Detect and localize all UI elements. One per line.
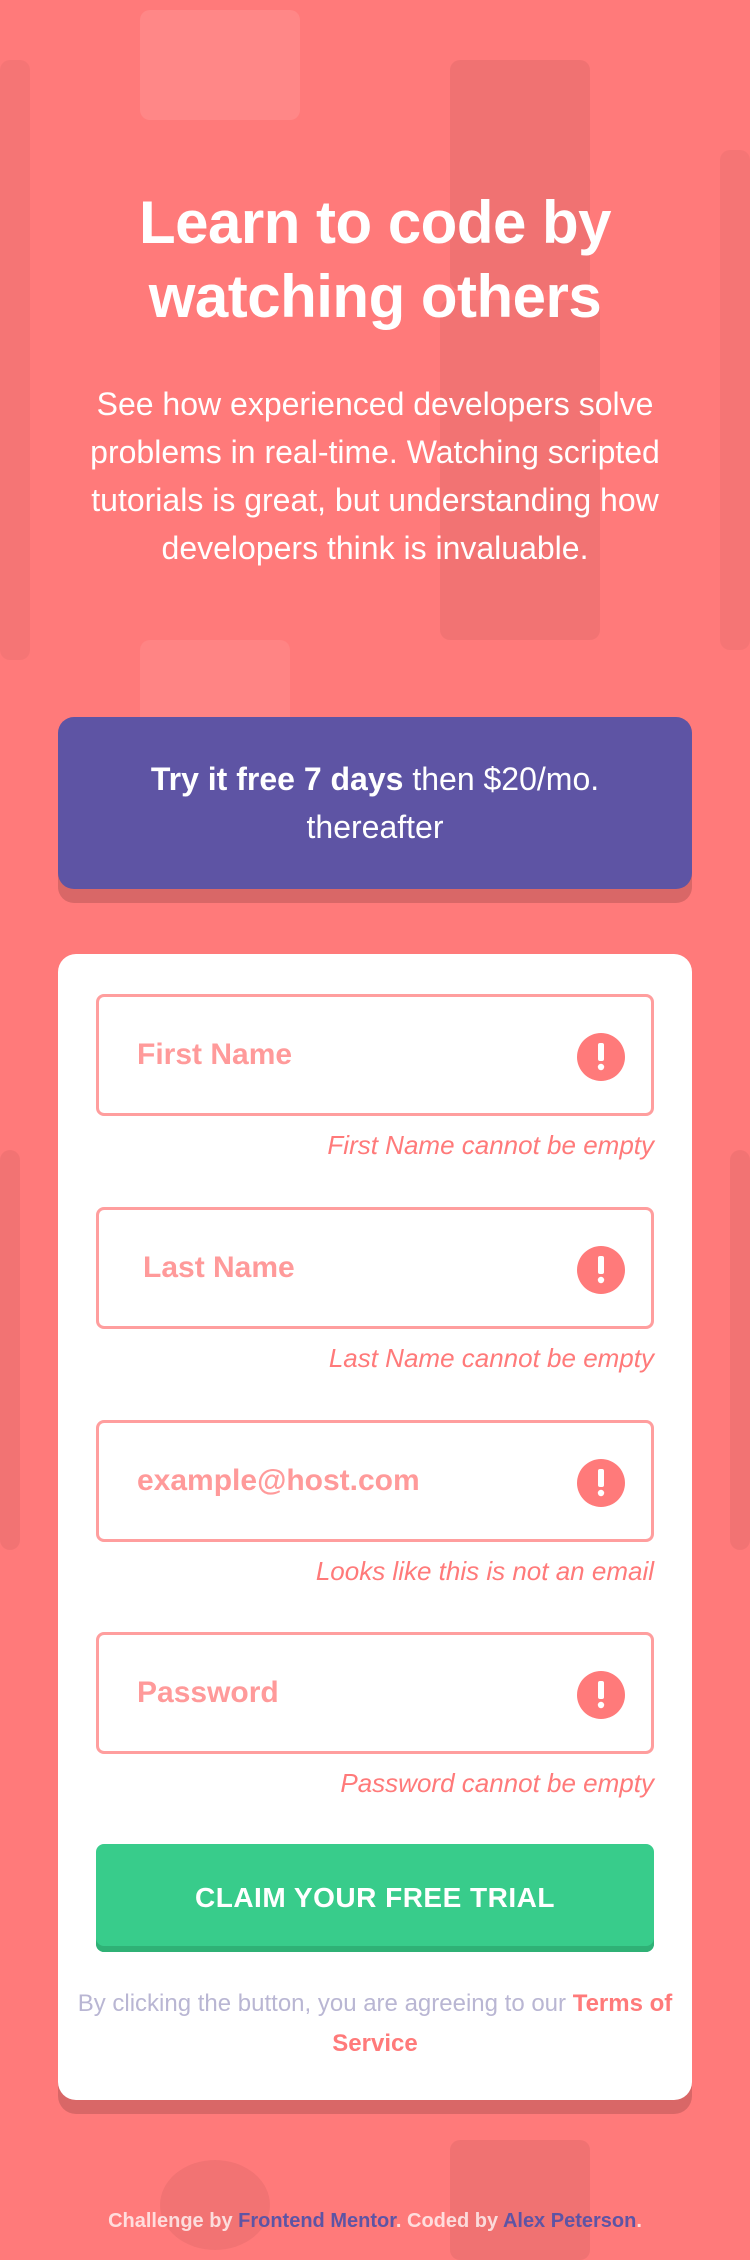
first-name-input[interactable] (137, 1038, 577, 1072)
password-input[interactable] (137, 1676, 577, 1710)
last-name-field (96, 1207, 654, 1329)
first-name-error: First Name cannot be empty (327, 1130, 654, 1160)
error-icon (577, 1246, 625, 1294)
password-field (96, 1632, 654, 1754)
footer-suffix: . (636, 2210, 642, 2232)
last-name-error: Last Name cannot be empty (328, 1343, 654, 1373)
first-name-field (96, 994, 654, 1116)
footer-coded-prefix: . Coded by (395, 2210, 503, 2232)
error-icon (577, 1671, 625, 1719)
password-error: Password cannot be empty (340, 1768, 654, 1798)
error-icon (577, 1033, 625, 1081)
email-field (96, 1420, 654, 1542)
offer-banner: Try it free 7 days then $20/mo. thereaft… (58, 717, 692, 889)
frontend-mentor-link[interactable]: Frontend Mentor (238, 2210, 396, 2232)
author-link[interactable]: Alex Peterson (503, 2210, 636, 2232)
offer-bold: Try it free 7 days (150, 761, 404, 797)
error-icon (577, 1459, 625, 1507)
email-input[interactable] (137, 1464, 577, 1498)
offer-text: Try it free 7 days then $20/mo. thereaft… (138, 755, 612, 851)
hero-description: See how experienced developers solve pro… (90, 386, 660, 566)
hero-title-line-1: Learn to code by (138, 189, 612, 256)
terms-text: By clicking the button, you are agreeing… (58, 1984, 692, 2064)
email-error: Looks like this is not an email (315, 1556, 654, 1586)
hero-title: Learn to code by watching others (0, 186, 750, 334)
attribution-footer: Challenge by Frontend Mentor. Coded by A… (0, 2210, 750, 2233)
footer-challenge-prefix: Challenge by (108, 2210, 239, 2232)
last-name-input[interactable] (143, 1251, 583, 1285)
claim-trial-button[interactable]: CLAIM YOUR FREE TRIAL (96, 1844, 654, 1952)
hero-title-line-2: watching others (148, 263, 602, 330)
terms-prefix: By clicking the button, you are agreeing… (77, 1990, 573, 2017)
signup-form: First Name cannot be empty Last Name can… (58, 954, 692, 2100)
